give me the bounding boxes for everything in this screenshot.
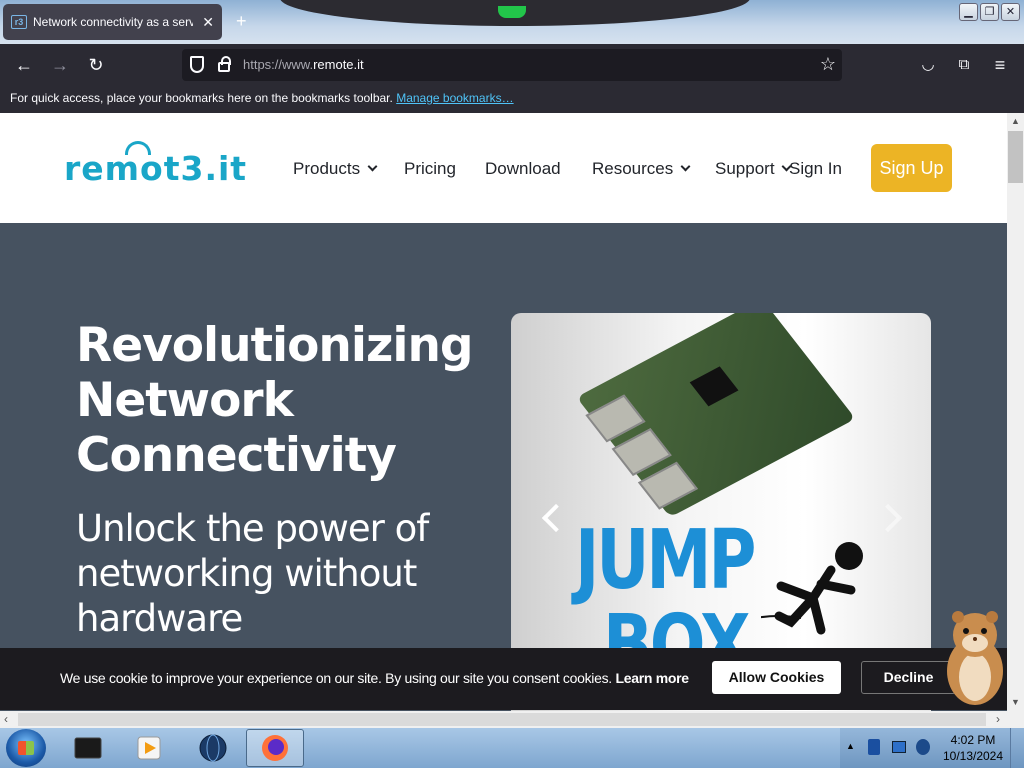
windows-taskbar: ▲ 4:02 PM 10/13/2024 xyxy=(0,728,1024,768)
hamster-mascot-icon xyxy=(947,611,1003,705)
nav-products-label: Products xyxy=(293,159,361,178)
clock-date: 10/13/2024 xyxy=(942,749,1004,763)
address-bar[interactable]: https://www.remote.it ☆ xyxy=(182,49,842,81)
extensions-icon[interactable]: ⧉ xyxy=(952,53,976,77)
board-chip xyxy=(689,366,739,407)
nav-resources[interactable]: Resources xyxy=(592,159,691,179)
tab-close-icon[interactable]: ✕ xyxy=(202,14,214,31)
site-header: remot3.it Products Pricing Download Reso… xyxy=(0,113,1007,223)
cookie-message: We use cookie to improve your experience… xyxy=(60,670,689,686)
nav-support[interactable]: Support xyxy=(715,159,791,179)
back-arrow-icon[interactable]: ← xyxy=(12,53,36,77)
board-port xyxy=(637,461,698,510)
show-desktop-button[interactable] xyxy=(1010,728,1024,768)
browser-title-bar: r3 Network connectivity as a servi ✕ + ▁… xyxy=(0,0,1024,44)
clock-time: 4:02 PM xyxy=(950,733,996,747)
padlock-icon[interactable] xyxy=(218,56,231,72)
chevron-down-icon xyxy=(367,161,378,172)
windows-logo-icon xyxy=(18,741,34,755)
scroll-left-icon[interactable]: ‹ xyxy=(4,712,8,726)
volume-icon[interactable] xyxy=(916,739,930,755)
firefox-icon[interactable] xyxy=(259,732,291,764)
remoteit-logo[interactable]: remot3.it xyxy=(64,141,248,188)
window-controls: ▁ ❐ ✕ xyxy=(959,3,1020,21)
cookie-consent-banner: We use cookie to improve your experience… xyxy=(0,648,1007,710)
scroll-right-icon[interactable]: › xyxy=(996,712,1000,726)
nav-pricing[interactable]: Pricing xyxy=(404,159,456,179)
decline-cookies-button[interactable]: Decline xyxy=(861,661,956,694)
tracking-shield-icon[interactable] xyxy=(190,56,204,73)
reload-icon[interactable]: ↻ xyxy=(84,53,108,77)
logo-text: remot3.it xyxy=(64,149,248,188)
new-tab-plus-icon[interactable]: + xyxy=(236,11,247,32)
learn-more-link[interactable]: Learn more xyxy=(615,670,689,686)
restore-icon[interactable]: ❐ xyxy=(980,3,999,21)
terminal-app-icon[interactable] xyxy=(72,732,104,764)
tray-app-icon[interactable] xyxy=(868,739,880,755)
nav-download-label: Download xyxy=(485,159,561,178)
bookmarks-toolbar: For quick access, place your bookmarks h… xyxy=(0,86,1024,113)
nav-support-label: Support xyxy=(715,159,775,178)
url-text[interactable]: https://www.remote.it xyxy=(243,57,364,72)
nav-sign-in[interactable]: Sign In xyxy=(789,159,842,179)
network-icon[interactable] xyxy=(892,741,906,753)
nav-pricing-label: Pricing xyxy=(404,159,456,178)
sign-up-button[interactable]: Sign Up xyxy=(871,144,952,192)
tab-title: Network connectivity as a servi xyxy=(33,15,193,29)
hero-title: Revolutionizing Network Connectivity xyxy=(76,318,474,483)
taskbar-clock[interactable]: 4:02 PM 10/13/2024 xyxy=(940,732,1006,764)
desktop-screen: r3 Network connectivity as a servi ✕ + ▁… xyxy=(0,0,1024,768)
forward-arrow-icon[interactable]: → xyxy=(48,53,72,77)
manage-bookmarks-link[interactable]: Manage bookmarks… xyxy=(396,91,513,105)
web-page-content: remot3.it Products Pricing Download Reso… xyxy=(0,113,1007,711)
jumping-person-icon xyxy=(761,542,863,635)
nav-sign-in-label: Sign In xyxy=(789,159,842,178)
close-window-icon[interactable]: ✕ xyxy=(1001,3,1020,21)
site-favicon-icon: r3 xyxy=(11,15,27,29)
media-player-icon[interactable] xyxy=(133,732,165,764)
pocket-icon[interactable]: ◡ xyxy=(916,53,940,77)
raspberry-pi-board-image xyxy=(576,313,856,518)
vertical-scrollbar[interactable]: ▲ ▼ xyxy=(1007,113,1024,711)
hero-subtitle: Unlock the power of networking without h… xyxy=(76,507,429,640)
start-button[interactable] xyxy=(6,729,46,767)
slide-jump-text: JUMP xyxy=(575,513,756,608)
allow-cookies-button[interactable]: Allow Cookies xyxy=(712,661,841,694)
scroll-up-icon[interactable]: ▲ xyxy=(1011,116,1020,126)
horizontal-scrollbar[interactable]: ‹ › xyxy=(0,711,1024,728)
globe-app-icon[interactable] xyxy=(197,732,229,764)
vertical-scroll-thumb[interactable] xyxy=(1008,131,1023,183)
minimize-icon[interactable]: ▁ xyxy=(959,3,978,21)
nav-download[interactable]: Download xyxy=(485,159,561,179)
notch-indicator xyxy=(498,6,526,18)
browser-tab-active[interactable]: r3 Network connectivity as a servi ✕ xyxy=(3,4,222,40)
nav-resources-label: Resources xyxy=(592,159,674,178)
chevron-down-icon xyxy=(680,161,691,172)
scroll-down-icon[interactable]: ▼ xyxy=(1011,697,1020,707)
horizontal-scroll-thumb[interactable] xyxy=(18,713,986,726)
logo-wifi-icon xyxy=(125,141,151,155)
bookmarks-hint-text: For quick access, place your bookmarks h… xyxy=(10,91,393,105)
nav-products[interactable]: Products xyxy=(293,159,378,179)
bookmark-star-icon[interactable]: ☆ xyxy=(820,54,836,75)
hamburger-menu-icon[interactable]: ≡ xyxy=(988,53,1012,77)
tray-expand-icon[interactable]: ▲ xyxy=(846,741,855,751)
cookie-message-text: We use cookie to improve your experience… xyxy=(60,670,612,686)
